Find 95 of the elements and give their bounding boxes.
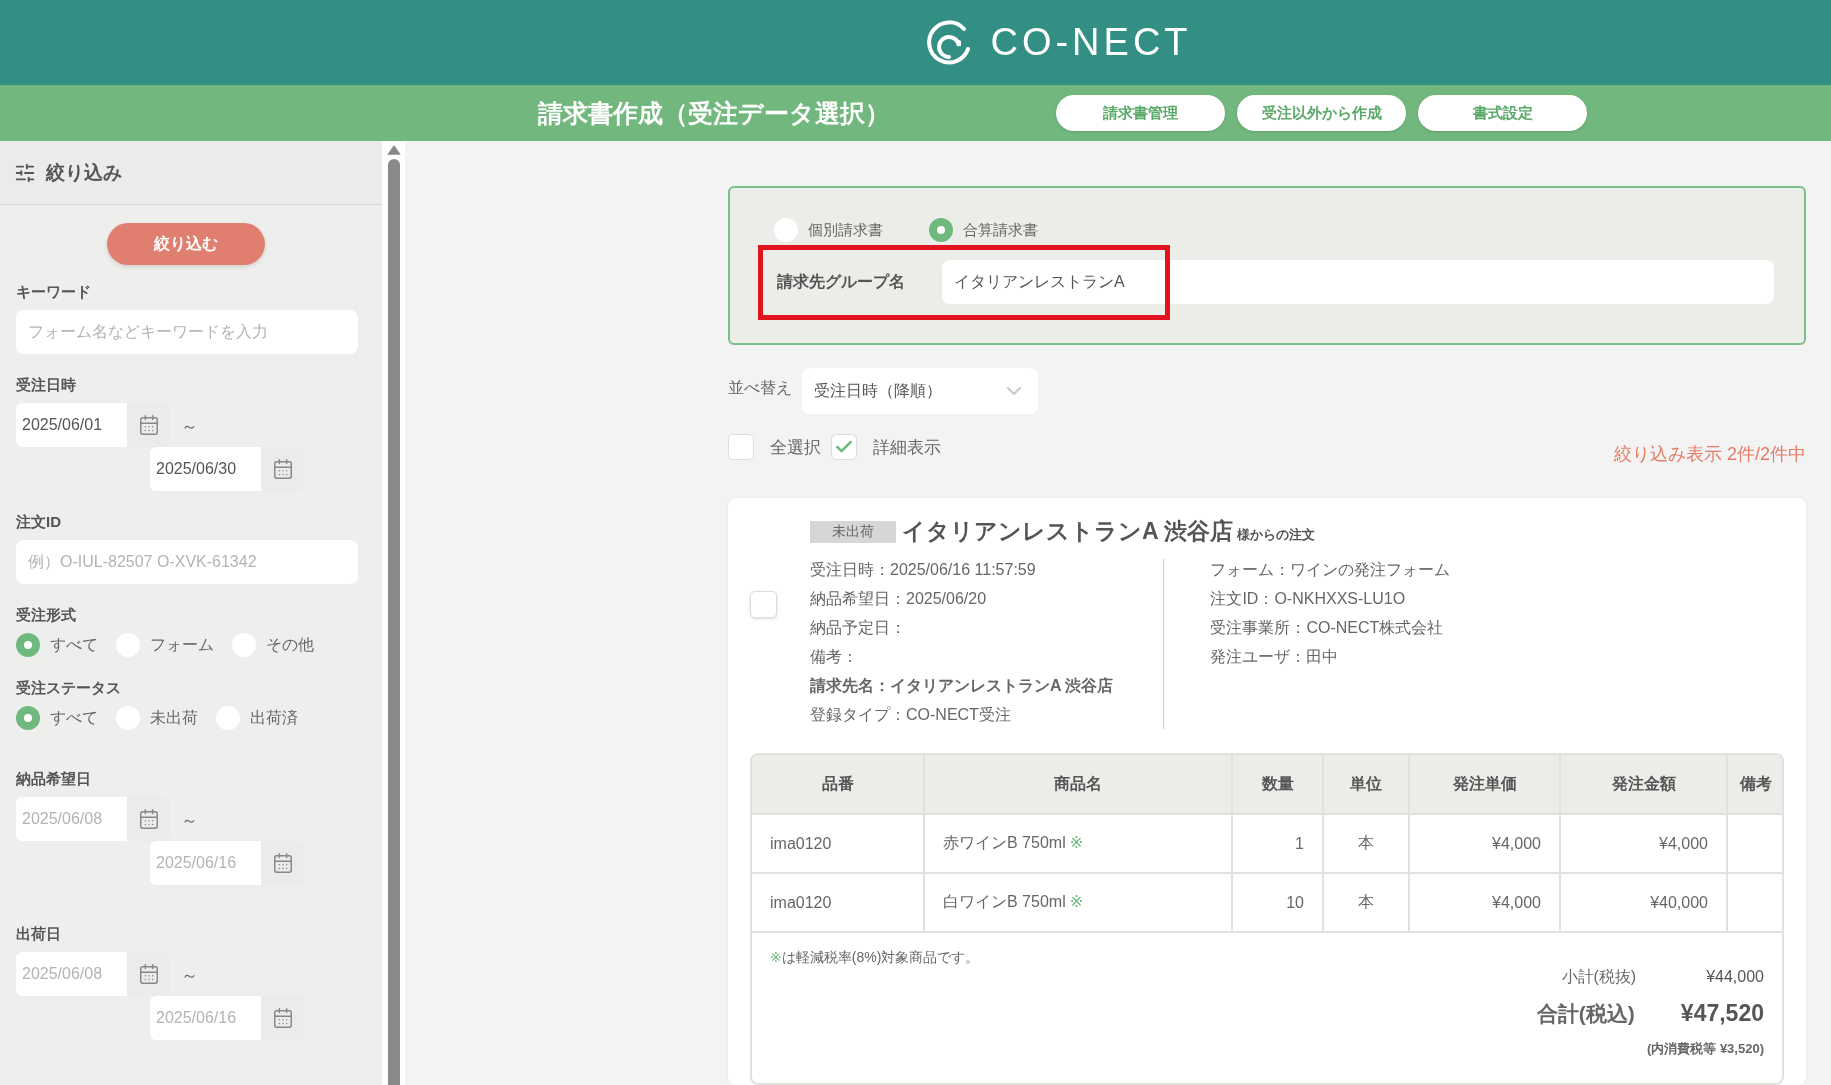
table-cell: ¥40,000 <box>1560 873 1727 932</box>
result-count: 絞り込み表示 2件/2件中 <box>1613 443 1806 466</box>
field-label: 請求先グループ名 <box>776 271 906 292</box>
table-cell: ima0120 <box>752 873 924 932</box>
field-label: キーワード <box>16 283 92 302</box>
tax-note: (内消費税等 ¥3,520) <box>1646 1040 1764 1058</box>
order-detail: 受注事業所：CO-NECT株式会社 <box>1210 618 1445 638</box>
filter-icon <box>14 161 36 184</box>
field-label: 納品希望日 <box>16 770 92 789</box>
checkbox[interactable] <box>728 434 754 460</box>
radio-button[interactable] <box>16 706 40 730</box>
order-detail: 備考： <box>810 647 859 667</box>
checkbox[interactable] <box>831 434 857 460</box>
table-cell: 本 <box>1323 814 1409 873</box>
checkbox-label: 詳細表示 <box>873 436 941 459</box>
input-field[interactable]: イタリアンレストランA <box>942 260 1774 304</box>
calendar-icon <box>271 852 294 874</box>
checkbox-label: 全選択 <box>770 436 821 459</box>
radio-label: すべて <box>50 707 98 728</box>
calendar-icon <box>271 458 294 480</box>
date-field[interactable]: 2025/06/16 <box>150 996 261 1040</box>
radio-label: 未出荷 <box>150 707 198 728</box>
table-cell: 赤ワインB 750ml ※ <box>924 814 1232 873</box>
column-header: 発注金額 <box>1560 755 1727 814</box>
table-cell: 白ワインB 750ml ※ <box>924 873 1232 932</box>
calendar-button[interactable] <box>261 447 304 491</box>
radio-button[interactable] <box>929 218 953 242</box>
input-field[interactable]: 例）O-IUL-82507 O-XVK-61342 <box>16 540 358 584</box>
table-cell: ¥4,000 <box>1409 873 1560 932</box>
field-label: 受注ステータス <box>16 679 122 698</box>
field-label: 受注日時 <box>16 376 77 395</box>
calendar-button[interactable] <box>261 996 304 1040</box>
calendar-button[interactable] <box>127 797 170 841</box>
order-suffix: 様からの注文 <box>1237 526 1316 544</box>
order-detail: 請求先名：イタリアンレストランA 渋谷店 <box>810 676 1114 696</box>
subtotal-value: ¥44,000 <box>1706 968 1764 986</box>
order-detail: 納品予定日： <box>810 618 907 638</box>
order-checkbox[interactable] <box>750 591 777 618</box>
column-header: 備考 <box>1727 755 1782 814</box>
date-field[interactable]: 2025/06/08 <box>16 797 127 841</box>
column-header: 品番 <box>752 755 924 814</box>
field-label: 出荷日 <box>16 925 62 944</box>
order-detail: 発注ユーザ：田中 <box>1210 647 1340 667</box>
order-detail: 受注日時：2025/06/16 11:57:59 <box>810 560 1037 580</box>
date-field[interactable]: 2025/06/08 <box>16 952 127 996</box>
radio-label: 出荷済 <box>250 707 298 728</box>
calendar-icon <box>137 963 160 985</box>
sidebar-title: 絞り込み <box>46 160 122 185</box>
column-header: 単位 <box>1323 755 1409 814</box>
status-badge: 未出荷 <box>810 521 896 543</box>
logo-text: CO-NECT <box>990 21 1192 64</box>
total-value: ¥47,520 <box>1680 1000 1764 1027</box>
calendar-button[interactable] <box>127 403 170 447</box>
column-header: 商品名 <box>924 755 1232 814</box>
calendar-icon <box>137 808 160 830</box>
customer-name: イタリアンレストランA 渋谷店 <box>902 517 1234 546</box>
radio-label: すべて <box>50 634 98 655</box>
order-detail: フォーム：ワインの発注フォーム <box>1210 560 1451 580</box>
radio-label: その他 <box>266 634 314 655</box>
column-header: 発注単価 <box>1409 755 1560 814</box>
tax-rate-note: ※は軽減税率(8%)対象商品です。 <box>770 949 981 967</box>
table-cell: ima0120 <box>752 814 924 873</box>
radio-button[interactable] <box>16 633 40 657</box>
column-header: 数量 <box>1232 755 1323 814</box>
page-title: 請求書作成（受注データ選択） <box>538 97 891 129</box>
table-cell: 10 <box>1232 873 1323 932</box>
scroll-up-icon[interactable] <box>386 145 401 155</box>
order-detail: 登録タイプ：CO-NECT受注 <box>810 705 1012 725</box>
calendar-icon <box>271 1007 294 1029</box>
sort-select[interactable]: 受注日時（降順） <box>802 368 1038 414</box>
table-cell: 1 <box>1232 814 1323 873</box>
date-field[interactable]: 2025/06/01 <box>16 403 127 447</box>
table-cell: 本 <box>1323 873 1409 932</box>
subtotal-label: 小計(税抜) <box>1561 967 1637 987</box>
date-field[interactable]: 2025/06/30 <box>150 447 261 491</box>
scrollbar-thumb[interactable] <box>387 158 400 1085</box>
calendar-button[interactable] <box>261 841 304 885</box>
radio-label: 個別請求書 <box>808 220 883 240</box>
range-separator: ～ <box>181 810 198 832</box>
table-cell: ¥4,000 <box>1409 814 1560 873</box>
sort-label: 並べ替え <box>728 377 792 398</box>
order-detail: 注文ID：O-NKHXXS-LU1O <box>1210 589 1407 609</box>
input-field[interactable]: フォーム名などキーワードを入力 <box>16 310 358 354</box>
order-detail: 納品希望日：2025/06/20 <box>810 589 988 609</box>
radio-label: 合算請求書 <box>963 220 1038 240</box>
field-label: 受注形式 <box>16 606 77 625</box>
radio-label: フォーム <box>150 634 214 655</box>
date-field[interactable]: 2025/06/16 <box>150 841 261 885</box>
field-label: 注文ID <box>16 513 62 532</box>
table-cell: ¥4,000 <box>1560 814 1727 873</box>
calendar-button[interactable] <box>127 952 170 996</box>
range-separator: ～ <box>181 416 198 438</box>
calendar-icon <box>137 414 160 436</box>
total-label: 合計(税込) <box>1536 1001 1635 1027</box>
range-separator: ～ <box>181 965 198 987</box>
